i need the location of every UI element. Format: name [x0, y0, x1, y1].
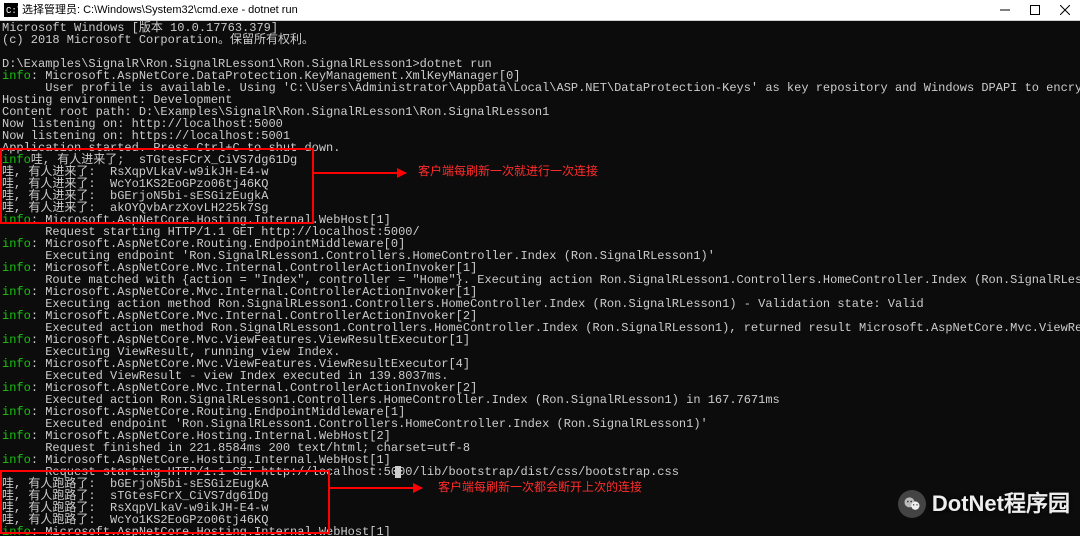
output-line: (c) 2018 Microsoft Corporation。保留所有权利。: [2, 34, 314, 46]
watermark: DotNet程序园: [898, 490, 1070, 518]
output-line: info: Microsoft.AspNetCore.Hosting.Inter…: [2, 526, 391, 536]
log-level-info: info: [2, 525, 31, 536]
cmd-icon: C:\: [4, 3, 18, 17]
svg-text:C:\: C:\: [6, 6, 18, 16]
annotation-text: 客户端每刷新一次都会断开上次的连接: [438, 481, 642, 493]
wechat-icon: [898, 490, 926, 518]
title-bar[interactable]: C:\ 选择管理员: C:\Windows\System32\cmd.exe -…: [0, 0, 1080, 21]
close-button[interactable]: [1050, 0, 1080, 20]
arrow-icon: [314, 172, 406, 174]
annotation-text: 客户端每刷新一次就进行一次连接: [418, 165, 598, 177]
minimize-button[interactable]: [990, 0, 1020, 20]
arrow-icon: [330, 487, 422, 489]
cmd-window: C:\ 选择管理员: C:\Windows\System32\cmd.exe -…: [0, 0, 1080, 536]
maximize-button[interactable]: [1020, 0, 1050, 20]
text-cursor: [395, 466, 401, 478]
terminal-output[interactable]: Microsoft Windows [版本 10.0.17763.379] (c…: [0, 20, 1080, 536]
watermark-text: DotNet程序园: [932, 498, 1070, 510]
window-title: 选择管理员: C:\Windows\System32\cmd.exe - dot…: [22, 4, 990, 16]
